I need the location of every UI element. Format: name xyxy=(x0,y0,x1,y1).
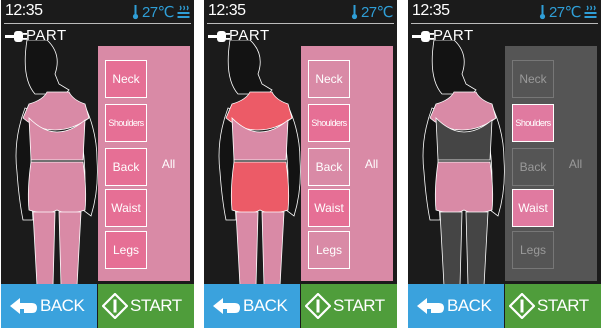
clock: 12:35 xyxy=(412,2,450,19)
start-diamond-icon xyxy=(102,293,128,319)
legs-zone xyxy=(235,211,285,287)
neck-button[interactable]: Neck xyxy=(512,60,554,98)
status-divider xyxy=(4,23,191,24)
thermometer-icon xyxy=(132,5,139,20)
back-part-button[interactable]: Back xyxy=(308,148,350,186)
status-bar: 12:35 27℃ xyxy=(408,0,601,26)
temperature-value: 27℃ xyxy=(548,4,582,21)
legs-zone xyxy=(32,211,82,287)
back-label: BACK xyxy=(40,296,85,315)
all-button[interactable]: All xyxy=(554,46,597,281)
start-button[interactable]: START xyxy=(98,284,194,328)
clock: 12:35 xyxy=(5,2,43,19)
back-part-button[interactable]: Back xyxy=(512,148,554,186)
temperature-readout: 27℃ xyxy=(132,3,190,21)
legs-zone xyxy=(439,211,489,287)
body-figure xyxy=(218,40,301,287)
temperature-value: 27℃ xyxy=(360,4,394,21)
screen-shoulders-waist-highlight: 12:35 27℃ PART Neck Shoulders Back Waist… xyxy=(204,0,397,328)
legs-button[interactable]: Legs xyxy=(308,231,350,269)
status-divider xyxy=(411,23,598,24)
screen-all-selected: 12:35 27℃ PART Neck Shoulders Back Waist… xyxy=(1,0,194,328)
all-button[interactable]: All xyxy=(147,46,190,281)
hair xyxy=(431,40,477,97)
thermometer-icon xyxy=(539,5,546,20)
back-button[interactable]: BACK xyxy=(1,284,97,328)
back-arrow-icon xyxy=(213,298,240,314)
legs-button[interactable]: Legs xyxy=(512,231,554,269)
status-divider xyxy=(207,23,394,24)
waist-button[interactable]: Waist xyxy=(308,189,350,227)
hair xyxy=(227,40,273,97)
status-bar: 12:35 27℃ xyxy=(204,0,397,26)
part-select-panel: Neck Shoulders Back Waist Legs All xyxy=(98,46,190,281)
waist-zone xyxy=(27,161,87,214)
clock: 12:35 xyxy=(208,2,246,19)
neck-button[interactable]: Neck xyxy=(105,60,147,98)
back-arrow-icon xyxy=(10,298,37,314)
part-select-panel: Neck Shoulders Back Waist Legs All xyxy=(301,46,393,281)
neck-button[interactable]: Neck xyxy=(308,60,350,98)
hair xyxy=(24,40,70,97)
shoulders-button[interactable]: Shoulders xyxy=(105,104,147,142)
back-part-button[interactable]: Back xyxy=(105,148,147,186)
screen-shoulders-waist-selected: 12:35 27℃ PART Neck Shoulders Back Waist… xyxy=(408,0,601,328)
temperature-value: 27℃ xyxy=(141,4,175,21)
back-label: BACK xyxy=(243,296,288,315)
waist-zone xyxy=(434,161,494,214)
start-button[interactable]: START xyxy=(301,284,397,328)
shoulders-button[interactable]: Shoulders xyxy=(512,104,554,142)
start-button[interactable]: START xyxy=(505,284,601,328)
start-label: START xyxy=(537,296,589,315)
temperature-readout: 27℃ xyxy=(351,3,394,21)
body-figure xyxy=(422,40,505,287)
legs-button[interactable]: Legs xyxy=(105,231,147,269)
thermometer-icon xyxy=(351,5,358,20)
waist-zone xyxy=(230,161,290,214)
start-diamond-icon xyxy=(509,293,535,319)
back-arrow-icon xyxy=(417,298,444,314)
back-button[interactable]: BACK xyxy=(408,284,504,328)
temperature-readout: 27℃ xyxy=(539,3,597,21)
start-diamond-icon xyxy=(305,293,331,319)
waist-button[interactable]: Waist xyxy=(512,189,554,227)
heater-icon xyxy=(584,5,597,18)
start-label: START xyxy=(130,296,182,315)
body-figure xyxy=(15,40,98,287)
all-button[interactable]: All xyxy=(350,46,393,281)
back-button[interactable]: BACK xyxy=(204,284,300,328)
heater-icon xyxy=(177,5,190,18)
shoulders-button[interactable]: Shoulders xyxy=(308,104,350,142)
back-label: BACK xyxy=(447,296,492,315)
status-bar: 12:35 27℃ xyxy=(1,0,194,26)
part-select-panel: Neck Shoulders Back Waist Legs All xyxy=(505,46,597,281)
waist-button[interactable]: Waist xyxy=(105,189,147,227)
start-label: START xyxy=(333,296,385,315)
